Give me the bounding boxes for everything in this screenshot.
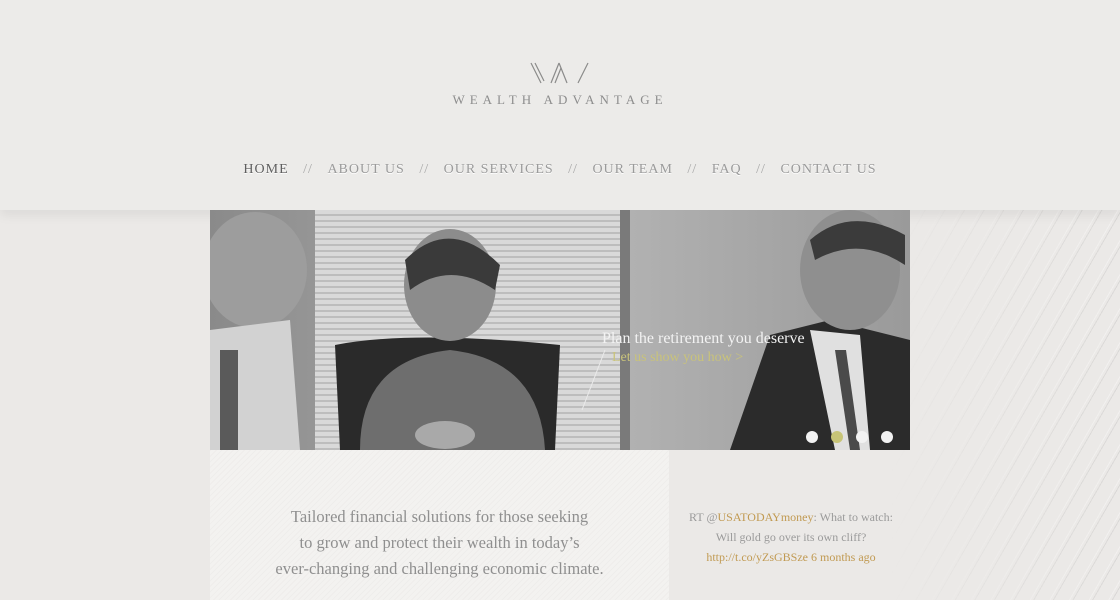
- hero-heading: Plan the retirement you deserve: [602, 330, 805, 347]
- slider-pagination: [806, 428, 901, 447]
- tweet-url-link[interactable]: http://t.co/yZsGBSze: [706, 550, 808, 564]
- tagline-line: to grow and protect their wealth in toda…: [299, 533, 580, 552]
- tagline-line: Tailored financial solutions for those s…: [290, 507, 589, 526]
- tweet-prefix: RT @: [689, 510, 718, 524]
- nav-our-team[interactable]: OUR TEAM: [588, 162, 676, 178]
- nav-separator: //: [303, 162, 313, 177]
- brand-logo-icon: [530, 62, 589, 84]
- slider-dot-4[interactable]: [881, 431, 894, 443]
- latest-tweet: RT @USATODAYmoney: What to watch: Will g…: [686, 507, 896, 567]
- slider-dot-3[interactable]: [856, 431, 869, 443]
- hero-cta-link[interactable]: Let us show you how >: [612, 350, 902, 366]
- hero-caption: Plan the retirement you deserve Let us s…: [602, 330, 902, 366]
- nav-our-services[interactable]: OUR SERVICES: [440, 162, 558, 178]
- nav-separator: //: [419, 162, 430, 177]
- site-header: WEALTH ADVANTAGE HOME // ABOUT US // OUR…: [0, 0, 1120, 210]
- nav-contact-us[interactable]: CONTACT US: [776, 162, 880, 178]
- tweet-time-link[interactable]: 6 months ago: [811, 550, 876, 564]
- tweet-handle-link[interactable]: USATODAYmoney: [718, 510, 814, 524]
- main-navigation: HOME // ABOUT US // OUR SERVICES // OUR …: [0, 162, 1120, 178]
- intro-panel: Tailored financial solutions for those s…: [210, 450, 669, 600]
- nav-about-us[interactable]: ABOUT US: [323, 162, 408, 178]
- nav-separator: //: [568, 162, 578, 177]
- slider-dot-2-active[interactable]: [831, 431, 844, 443]
- slider-dot-1[interactable]: [806, 431, 818, 443]
- tagline-line: ever-changing and challenging economic c…: [275, 559, 604, 578]
- brand-name[interactable]: WEALTH ADVANTAGE: [0, 92, 1120, 108]
- nav-home[interactable]: HOME: [239, 162, 292, 178]
- nav-separator: //: [756, 162, 766, 177]
- intro-tagline: Tailored financial solutions for those s…: [210, 504, 669, 582]
- nav-faq[interactable]: FAQ: [708, 162, 746, 178]
- nav-separator: //: [687, 162, 698, 177]
